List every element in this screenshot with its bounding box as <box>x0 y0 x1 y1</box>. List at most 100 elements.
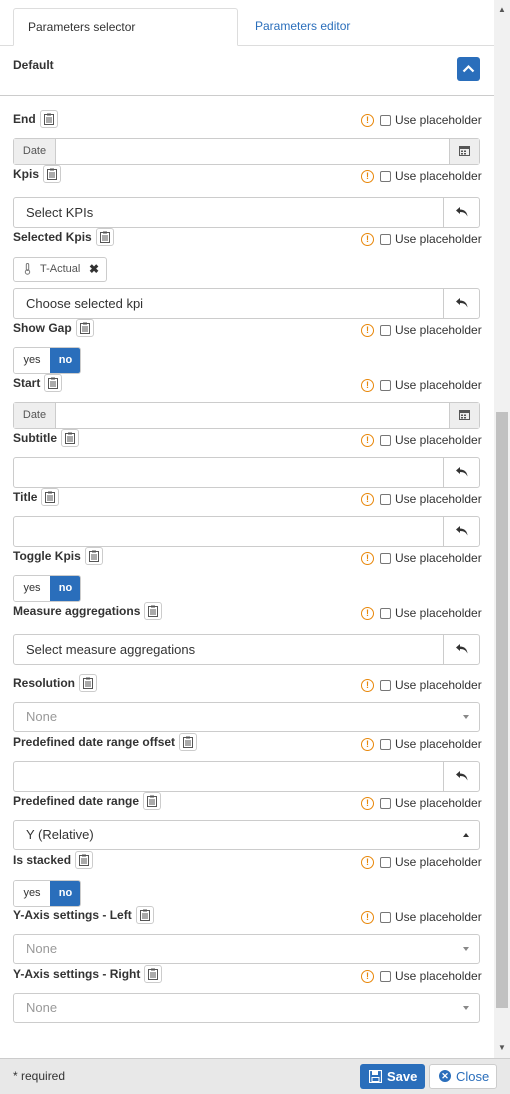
use-placeholder-checkbox[interactable] <box>380 971 391 983</box>
end-date-input[interactable]: Date <box>13 138 480 165</box>
use-placeholder-label: Use placeholder <box>395 492 482 506</box>
clipboard-icon[interactable] <box>144 964 163 983</box>
tab-parameters-selector[interactable]: Parameters selector <box>13 8 238 46</box>
calendar-button[interactable] <box>449 403 479 428</box>
y-axis-right-select[interactable]: None <box>13 993 480 1023</box>
tab-parameters-editor[interactable]: Parameters editor <box>241 8 364 46</box>
resolution-select[interactable]: None <box>13 702 480 732</box>
subtitle-input[interactable] <box>13 457 480 488</box>
measure-aggregations-input[interactable]: Select measure aggregations <box>13 634 480 665</box>
use-placeholder-checkbox[interactable] <box>380 739 391 751</box>
clipboard-icon[interactable] <box>75 850 94 869</box>
tab-bar: Parameters selector Parameters editor <box>0 0 494 46</box>
start-date-input[interactable]: Date <box>13 402 480 429</box>
required-note: * required <box>13 1069 66 1083</box>
toggle-no[interactable]: no <box>50 576 80 601</box>
use-placeholder-checkbox[interactable] <box>380 553 391 565</box>
collapse-button[interactable] <box>457 57 480 81</box>
param-label-text: Show Gap <box>13 321 72 335</box>
param-label-text: Predefined date range <box>13 794 140 808</box>
clipboard-icon[interactable] <box>61 428 79 447</box>
title-input[interactable] <box>13 516 480 547</box>
clipboard-icon[interactable] <box>75 318 94 337</box>
param-label-predefined-date-range: Predefined date range <box>13 791 162 811</box>
calendar-button[interactable] <box>449 139 479 164</box>
use-placeholder-checkbox[interactable] <box>380 171 391 183</box>
use-placeholder-checkbox[interactable] <box>380 380 391 392</box>
use-placeholder-checkbox[interactable] <box>380 608 391 620</box>
toggle-yes[interactable]: yes <box>14 348 50 373</box>
param-label-title: Title <box>13 487 60 507</box>
use-placeholder-label: Use placeholder <box>395 606 482 620</box>
clipboard-icon[interactable] <box>179 732 198 751</box>
use-placeholder-checkbox[interactable] <box>380 857 391 869</box>
use-placeholder-checkbox[interactable] <box>380 115 391 127</box>
param-label-kpis: Kpis <box>13 164 62 184</box>
date-label: Date <box>14 403 56 428</box>
param-label-text: Predefined date range offset <box>13 735 176 749</box>
use-placeholder-label: Use placeholder <box>395 551 482 565</box>
undo-icon <box>456 467 468 477</box>
use-placeholder-predefined-date-range-offset: ! Use placeholder <box>361 736 482 752</box>
predefined-date-range-select[interactable]: Y (Relative) <box>13 820 480 850</box>
save-button[interactable]: Save <box>360 1064 425 1089</box>
use-placeholder-checkbox[interactable] <box>380 798 391 810</box>
use-placeholder-label: Use placeholder <box>395 678 482 692</box>
clipboard-icon[interactable] <box>44 373 63 392</box>
selected-kpis-input[interactable]: Choose selected kpi <box>13 288 480 319</box>
clipboard-icon[interactable] <box>41 487 60 506</box>
kpi-chip-label: T-Actual <box>40 263 81 275</box>
scroll-up-arrow-icon[interactable]: ▲ <box>494 2 510 18</box>
undo-button[interactable] <box>443 635 479 664</box>
toggle-no[interactable]: no <box>50 348 80 373</box>
date-label: Date <box>14 139 56 164</box>
clipboard-icon[interactable] <box>39 109 58 128</box>
use-placeholder-checkbox[interactable] <box>380 325 391 337</box>
kpis-select-input[interactable]: Select KPIs <box>13 197 480 228</box>
param-label-text: Y-Axis settings - Right <box>13 967 141 981</box>
calendar-icon <box>459 146 470 156</box>
use-placeholder-checkbox[interactable] <box>380 494 391 506</box>
undo-button[interactable] <box>443 289 479 318</box>
use-placeholder-checkbox[interactable] <box>380 680 391 692</box>
undo-button[interactable] <box>443 517 479 546</box>
scrollbar-thumb[interactable] <box>496 412 508 1008</box>
clipboard-icon[interactable] <box>79 673 97 692</box>
show-gap-toggle[interactable]: yes no <box>13 347 81 374</box>
use-placeholder-label: Use placeholder <box>395 855 482 869</box>
toggle-yes[interactable]: yes <box>14 576 50 601</box>
undo-button[interactable] <box>443 762 479 791</box>
use-placeholder-y-axis-right: ! Use placeholder <box>361 968 482 984</box>
toggle-kpis-toggle[interactable]: yes no <box>13 575 81 602</box>
scroll-down-arrow-icon[interactable]: ▼ <box>494 1040 510 1056</box>
y-axis-left-select[interactable]: None <box>13 934 480 964</box>
calendar-icon <box>459 410 470 420</box>
remove-chip-icon[interactable]: ✖ <box>89 258 99 281</box>
param-label-start: Start <box>13 373 63 393</box>
close-button[interactable]: ✕ Close <box>429 1064 497 1089</box>
y-axis-left-value: None <box>26 941 58 956</box>
toggle-no[interactable]: no <box>50 881 80 906</box>
use-placeholder-checkbox[interactable] <box>380 912 391 924</box>
warning-icon: ! <box>361 324 374 338</box>
use-placeholder-checkbox[interactable] <box>380 234 391 246</box>
warning-icon: ! <box>361 552 374 566</box>
clipboard-icon[interactable] <box>95 227 114 246</box>
clipboard-icon[interactable] <box>144 601 163 620</box>
scrollbar[interactable]: ▲ ▼ <box>494 0 510 1058</box>
undo-button[interactable] <box>443 198 479 227</box>
use-placeholder-kpis: ! Use placeholder <box>361 168 482 184</box>
clipboard-icon[interactable] <box>84 546 103 565</box>
use-placeholder-checkbox[interactable] <box>380 435 391 447</box>
clipboard-icon[interactable] <box>43 164 62 183</box>
undo-button[interactable] <box>443 458 479 487</box>
is-stacked-toggle[interactable]: yes no <box>13 880 81 907</box>
toggle-yes[interactable]: yes <box>14 881 50 906</box>
use-placeholder-start: ! Use placeholder <box>361 377 482 393</box>
save-label: Save <box>387 1069 418 1084</box>
undo-icon <box>456 298 468 308</box>
use-placeholder-title: ! Use placeholder <box>361 491 482 507</box>
predefined-date-range-offset-input[interactable] <box>13 761 480 792</box>
clipboard-icon[interactable] <box>135 905 154 924</box>
clipboard-icon[interactable] <box>143 791 162 810</box>
